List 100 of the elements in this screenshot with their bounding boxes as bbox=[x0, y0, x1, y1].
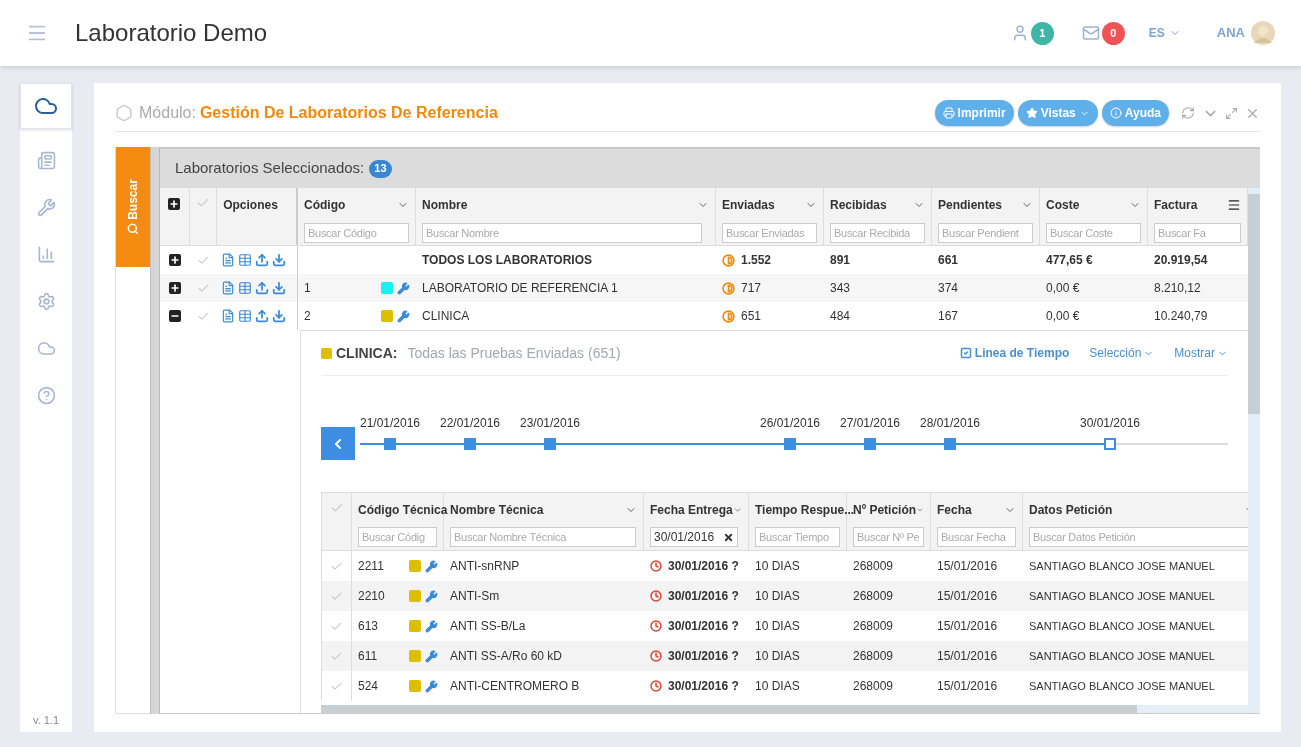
table-cell: ANTI-CENTROMERO B bbox=[450, 679, 580, 693]
date-filter-field[interactable]: 30/01/2016 bbox=[650, 527, 738, 547]
expand-button[interactable] bbox=[168, 198, 181, 210]
column-header[interactable]: Factura bbox=[1154, 196, 1198, 214]
wrench-icon[interactable] bbox=[425, 679, 438, 693]
column-header[interactable]: Fecha bbox=[937, 501, 972, 519]
table-cell: LABORATORIO DE REFERENCIA 1 bbox=[422, 281, 618, 295]
table-cell: 15/01/2016 bbox=[937, 559, 998, 573]
splitter-bar[interactable] bbox=[150, 147, 160, 714]
search-field[interactable]: Buscar Fecha bbox=[937, 527, 1016, 547]
wrench-icon[interactable] bbox=[397, 281, 410, 295]
upload-icon[interactable] bbox=[255, 309, 270, 323]
search-field[interactable]: Buscar Enviadas bbox=[722, 223, 817, 243]
expand-button[interactable] bbox=[168, 282, 181, 294]
search-field[interactable]: Buscar Nº Pe bbox=[853, 527, 924, 547]
upload-icon[interactable] bbox=[255, 253, 270, 267]
wrench-icon[interactable] bbox=[425, 619, 438, 633]
table-cell: 374 bbox=[938, 281, 959, 295]
wrench-icon[interactable] bbox=[397, 309, 410, 323]
table-cell-text: 30/01/2016 ? bbox=[668, 648, 739, 665]
download-icon[interactable] bbox=[272, 253, 287, 267]
search-field[interactable]: Buscar Códig bbox=[358, 527, 437, 547]
column-header[interactable]: Recibidas bbox=[830, 196, 887, 214]
table-row[interactable]: 611 ANTI SS-A/Ro 60 kD 30/01/2016 ? 10 DIAS 268009 15/01/2016 SANTIAGO BLANCO JOSE MANUEL bbox=[321, 641, 1248, 671]
column-header[interactable]: Código bbox=[304, 196, 346, 214]
sidebar-item[interactable] bbox=[20, 83, 72, 129]
wrench-icon[interactable] bbox=[425, 649, 438, 663]
timeline-date: 28/01/2016 bbox=[919, 415, 981, 432]
table-cell: ANTI-snRNP bbox=[450, 559, 520, 573]
wrench-icon[interactable] bbox=[425, 559, 438, 573]
column-header[interactable]: Datos Petición bbox=[1029, 501, 1113, 519]
search-field[interactable]: Buscar Pendient bbox=[938, 223, 1033, 243]
checkbox-icon bbox=[959, 347, 972, 359]
expand-icon[interactable] bbox=[1225, 106, 1238, 120]
mail-icon[interactable] bbox=[1081, 24, 1100, 42]
table-cell: ANTI SS-A/Ro 60 kD bbox=[450, 649, 563, 663]
table-cell-text: 2211 bbox=[358, 558, 384, 575]
search-field[interactable]: Buscar Nombre bbox=[422, 223, 702, 243]
document-icon[interactable] bbox=[221, 309, 236, 323]
table-row[interactable]: 1 LABORATORIO DE REFERENCIA 1 717 343 374 0,00 € 8.210,12 bbox=[160, 274, 1248, 302]
table-cell: TODOS LOS LABORATORIOS bbox=[422, 253, 592, 267]
column-header[interactable]: Pendientes bbox=[938, 196, 1002, 214]
dropdown-menu[interactable]: Mostrar bbox=[1174, 344, 1228, 362]
vertical-scrollbar[interactable] bbox=[1248, 188, 1260, 713]
table-icon[interactable] bbox=[238, 309, 253, 323]
table-cell-text: 2 bbox=[304, 308, 311, 325]
column-header[interactable]: Coste bbox=[1046, 196, 1080, 214]
column-header[interactable]: Tiempo Respue... bbox=[755, 501, 855, 519]
column-header[interactable]: Nombre Técnica bbox=[450, 501, 544, 519]
table-cell: 0,00 € bbox=[1046, 281, 1080, 295]
document-icon[interactable] bbox=[221, 253, 236, 267]
table-cell: 268009 bbox=[853, 589, 894, 603]
search-field[interactable]: Buscar Fa bbox=[1154, 223, 1241, 243]
plus-icon bbox=[169, 283, 180, 293]
wrench-icon[interactable] bbox=[425, 589, 438, 603]
plus-icon bbox=[169, 255, 180, 265]
select-all-check[interactable] bbox=[195, 196, 210, 210]
wrench-icon bbox=[36, 198, 56, 217]
search-field[interactable]: Buscar Código bbox=[304, 223, 409, 243]
table-icon[interactable] bbox=[238, 253, 253, 267]
table-cell: 0,00 € bbox=[1046, 309, 1080, 323]
half-circle-icon bbox=[722, 281, 735, 295]
upload-icon[interactable] bbox=[255, 281, 270, 295]
search-field[interactable]: Buscar Datos Petición bbox=[1029, 527, 1248, 547]
download-icon[interactable] bbox=[272, 281, 287, 295]
document-icon[interactable] bbox=[221, 281, 236, 295]
expand-button[interactable] bbox=[168, 254, 181, 266]
table-row[interactable]: 2210 ANTI-Sm 30/01/2016 ? 10 DIAS 268009 15/01/2016 SANTIAGO BLANCO JOSE MANUEL bbox=[321, 581, 1248, 611]
column-header[interactable]: Nombre bbox=[422, 196, 468, 214]
search-field[interactable]: Buscar Coste bbox=[1046, 223, 1141, 243]
collapse-button[interactable] bbox=[168, 310, 181, 322]
table-cell-text: 30/01/2016 ? bbox=[668, 678, 739, 695]
table-cell: CLINICA bbox=[422, 309, 470, 323]
column-header[interactable]: Enviadas bbox=[722, 196, 775, 214]
search-field[interactable]: Buscar Nombre Técnica bbox=[450, 527, 636, 547]
half-circle-icon bbox=[722, 253, 735, 267]
table-icon[interactable] bbox=[238, 281, 253, 295]
info-icon bbox=[1109, 107, 1122, 119]
timeline-point[interactable] bbox=[1104, 438, 1116, 450]
column-header[interactable]: Nº Petición bbox=[853, 501, 917, 519]
settings-icon bbox=[36, 292, 56, 311]
search-field[interactable]: Buscar Recibida bbox=[830, 223, 925, 243]
table-cell: ANTI SS-B/La bbox=[450, 619, 526, 633]
download-icon[interactable] bbox=[272, 309, 287, 323]
menu-icon[interactable] bbox=[1227, 198, 1241, 212]
previous-button[interactable] bbox=[321, 427, 355, 460]
table-cell-text: 30/01/2016 ? bbox=[668, 558, 739, 575]
refresh-icon[interactable] bbox=[1181, 106, 1195, 120]
dropdown-menu[interactable]: Selección bbox=[1089, 344, 1155, 362]
newspaper-icon bbox=[36, 151, 56, 170]
clear-icon[interactable] bbox=[723, 531, 734, 543]
column-header[interactable]: Código Técnica bbox=[358, 501, 448, 519]
avatar[interactable] bbox=[1251, 18, 1275, 48]
table-cell: 268009 bbox=[853, 679, 894, 693]
select-all-check[interactable] bbox=[329, 501, 344, 515]
table-cell: 891 bbox=[830, 253, 851, 267]
horizontal-scrollbar[interactable] bbox=[321, 705, 1248, 713]
table-cell: 15/01/2016 bbox=[937, 589, 998, 603]
search-field[interactable]: Buscar Tiempo bbox=[755, 527, 840, 547]
column-header[interactable]: Fecha Entrega bbox=[650, 501, 733, 519]
